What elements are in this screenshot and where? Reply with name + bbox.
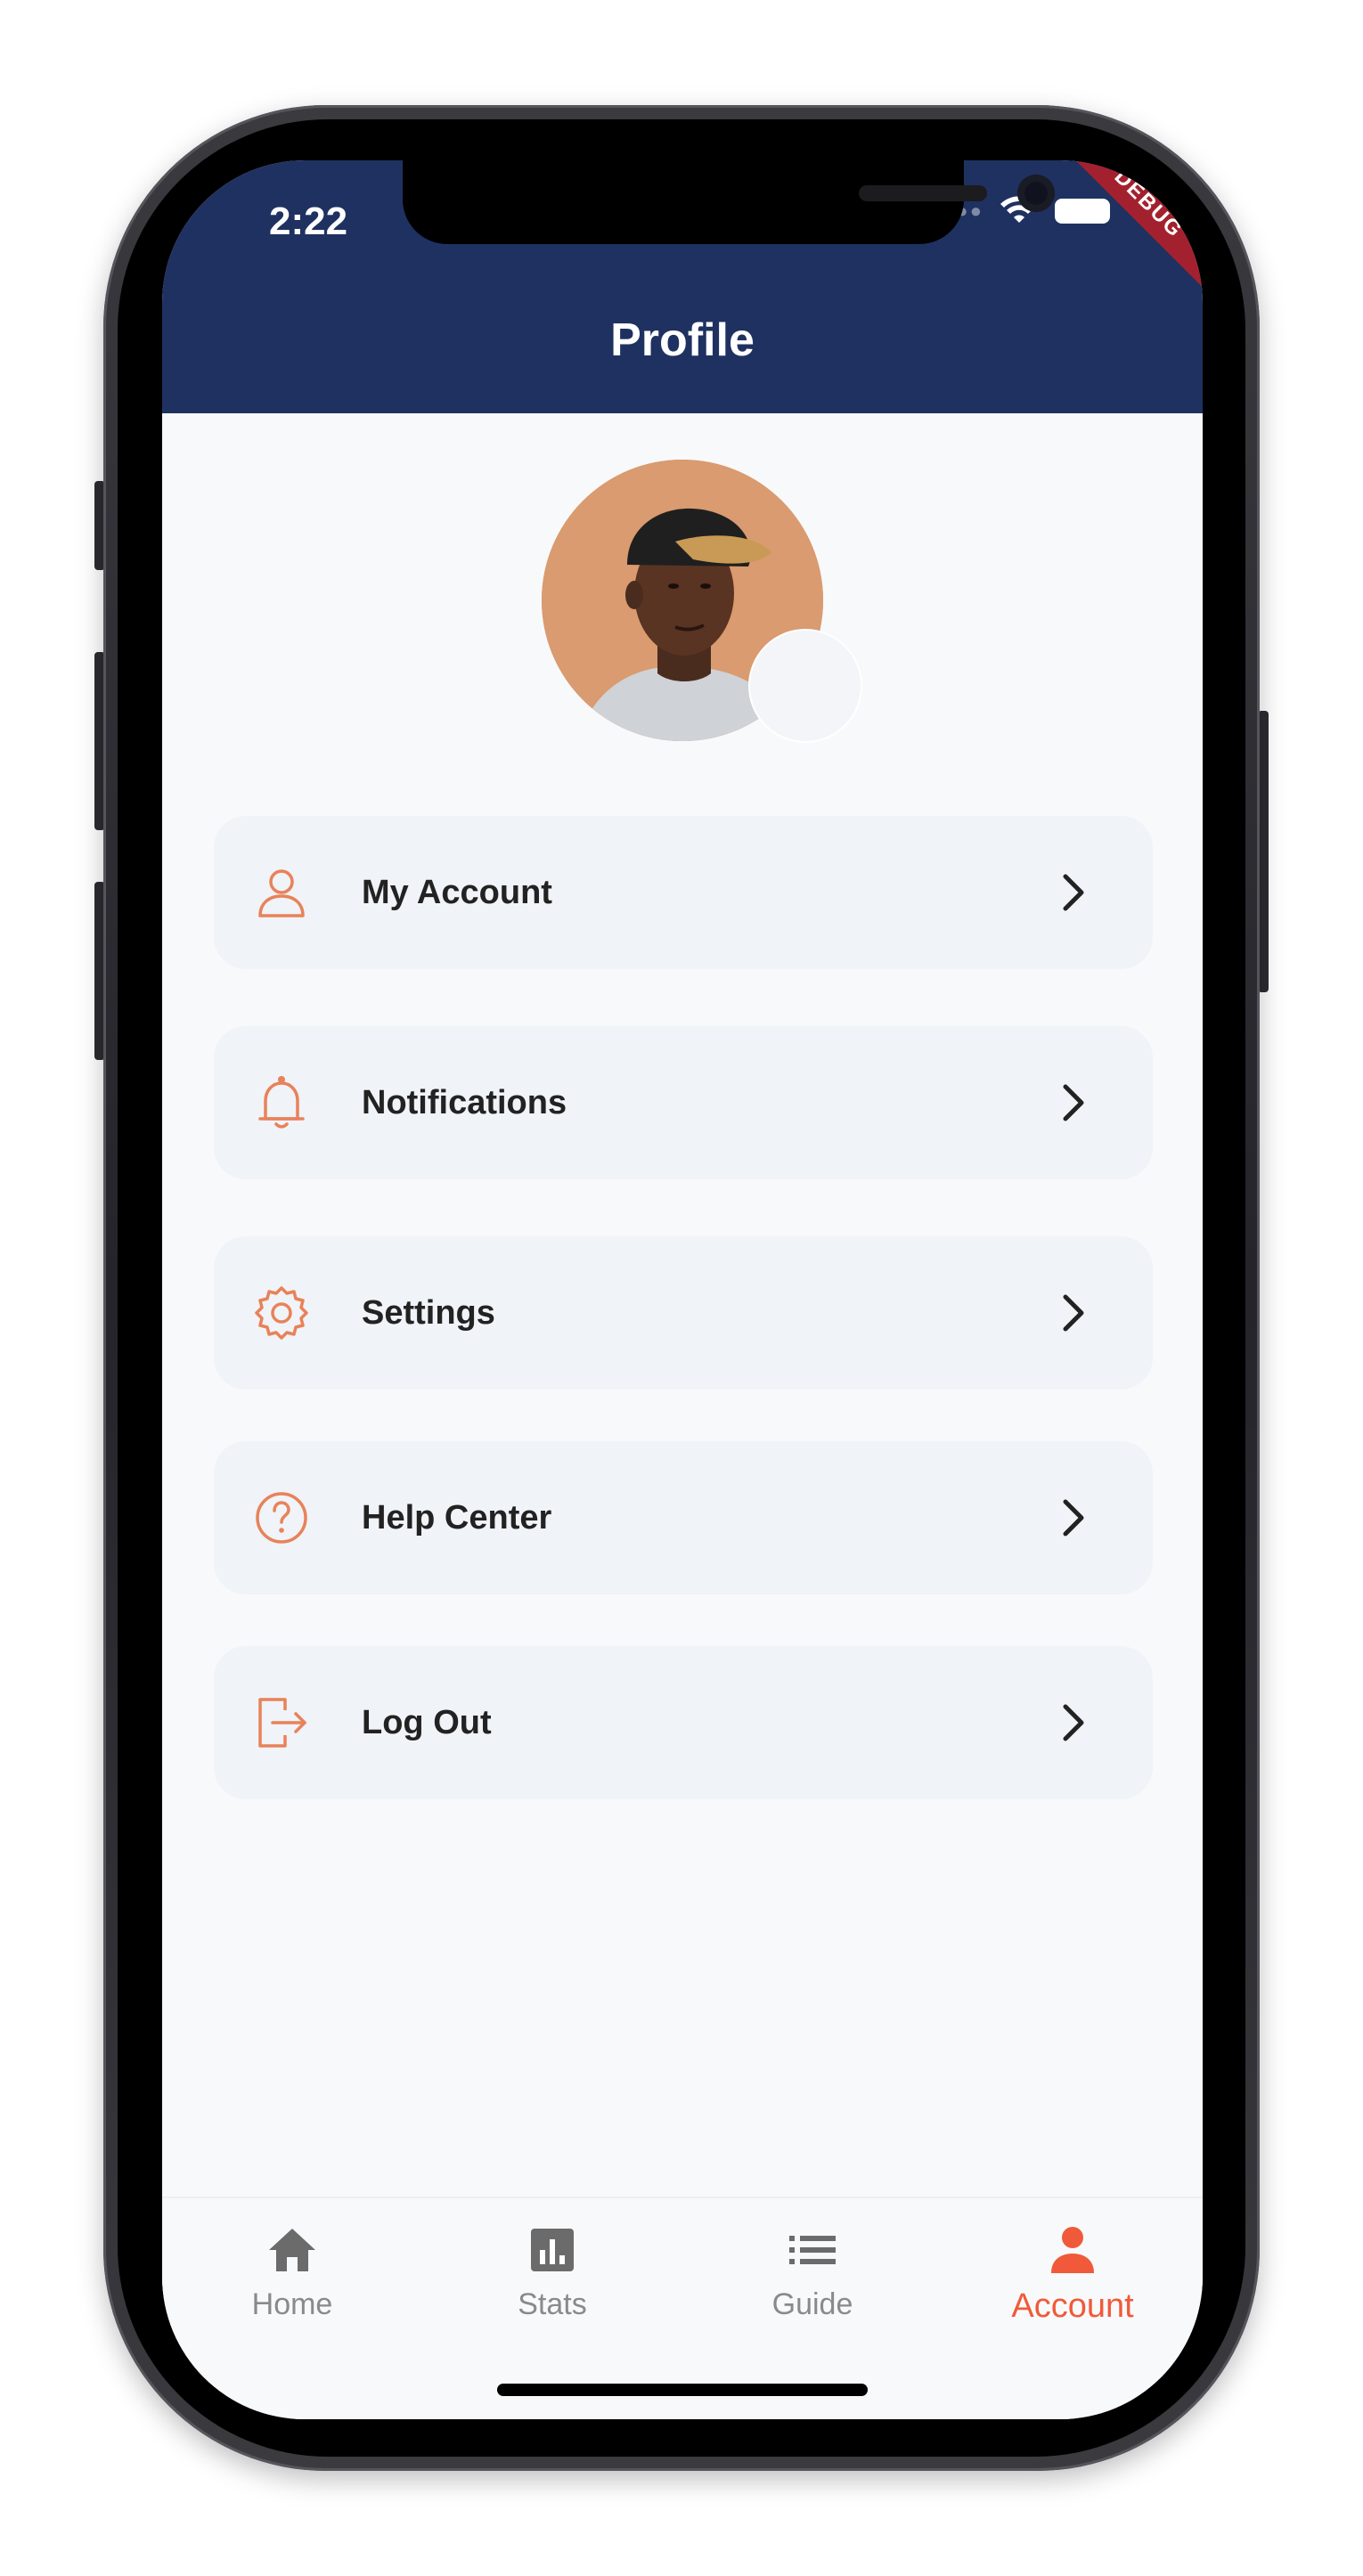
- phone-screen: 2:22 ●●●● DEBUG Profile: [162, 160, 1203, 2419]
- debug-banner: DEBUG: [1055, 160, 1203, 298]
- chevron-right-icon: [1063, 1294, 1084, 1332]
- person-icon: [1051, 2227, 1094, 2273]
- menu-label-my-account: My Account: [362, 874, 552, 911]
- menu-label-notifications: Notifications: [362, 1084, 567, 1121]
- nav-item-home[interactable]: Home: [162, 2198, 422, 2376]
- page-title: Profile: [610, 314, 755, 366]
- menu-item-help-center[interactable]: Help Center: [214, 1441, 1153, 1594]
- chevron-right-icon: [1063, 1704, 1084, 1741]
- gear-icon: [255, 1286, 308, 1340]
- nav-label-home: Home: [251, 2287, 333, 2321]
- user-icon: [258, 869, 305, 917]
- nav-label-stats: Stats: [518, 2287, 587, 2321]
- stats-icon: [531, 2229, 574, 2271]
- bell-icon: [258, 1076, 305, 1129]
- list-icon: [789, 2236, 836, 2264]
- home-indicator: [497, 2384, 868, 2396]
- profile-avatar-container: [542, 460, 862, 743]
- avatar-edit-button[interactable]: [748, 629, 862, 743]
- menu-item-settings[interactable]: Settings: [214, 1236, 1153, 1390]
- nav-label-guide: Guide: [771, 2287, 853, 2321]
- menu-label-settings: Settings: [362, 1294, 495, 1332]
- app-bar: 2:22 ●●●● DEBUG Profile: [162, 160, 1203, 413]
- chevron-right-icon: [1063, 874, 1084, 911]
- chevron-right-icon: [1063, 1499, 1084, 1537]
- nav-label-account: Account: [1011, 2287, 1134, 2325]
- menu-item-notifications[interactable]: Notifications: [214, 1026, 1153, 1179]
- home-icon: [269, 2229, 315, 2271]
- nav-item-account[interactable]: Account: [943, 2198, 1203, 2376]
- front-camera: [1017, 175, 1055, 212]
- log-out-icon: [258, 1698, 306, 1748]
- battery-icon: [1055, 199, 1110, 224]
- nav-item-guide[interactable]: Guide: [682, 2198, 943, 2376]
- chevron-right-icon: [1063, 1084, 1084, 1121]
- menu-item-my-account[interactable]: My Account: [214, 816, 1153, 969]
- menu-label-log-out: Log Out: [362, 1704, 492, 1741]
- nav-item-stats[interactable]: Stats: [422, 2198, 682, 2376]
- help-circle-icon: [256, 1492, 307, 1544]
- device-stage: 2:22 ●●●● DEBUG Profile: [0, 0, 1363, 2576]
- speaker-grille: [859, 185, 987, 201]
- status-time: 2:22: [269, 200, 348, 243]
- notch: [403, 160, 1055, 244]
- menu-item-log-out[interactable]: Log Out: [214, 1646, 1153, 1799]
- menu-label-help-center: Help Center: [362, 1499, 552, 1537]
